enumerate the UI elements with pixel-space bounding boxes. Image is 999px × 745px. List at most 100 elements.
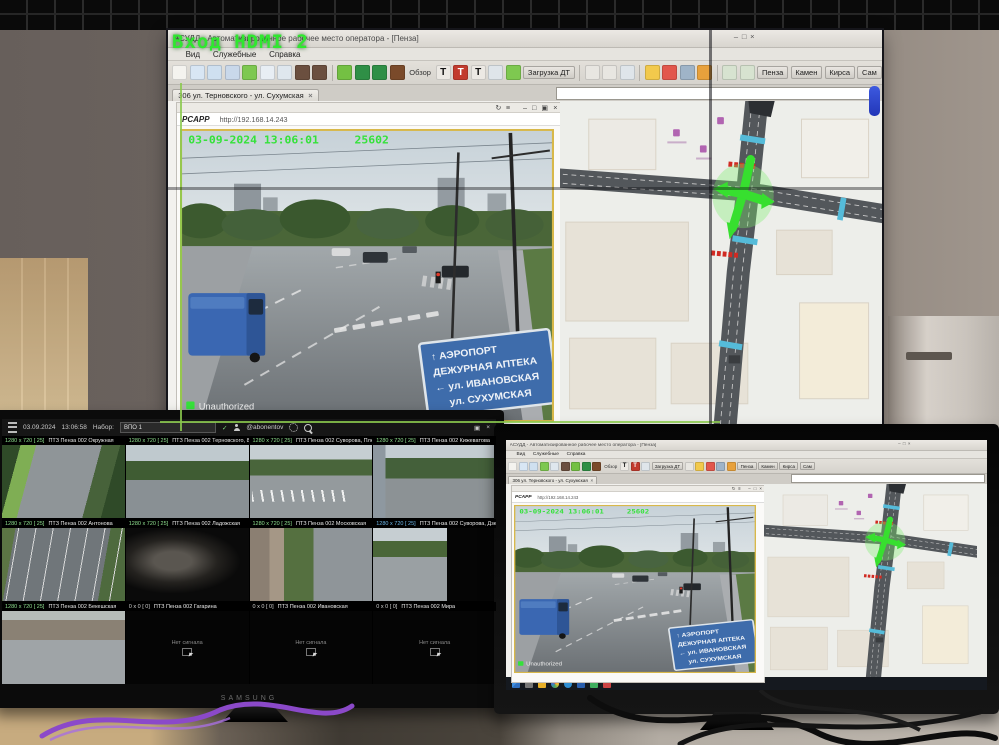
new-doc-icon[interactable] (508, 462, 517, 471)
load-dt-button[interactable]: Загрузка ДТ (523, 66, 575, 79)
camera-view[interactable] (512, 503, 764, 682)
city-kirsa-button[interactable]: Кирса (825, 66, 855, 79)
fullscreen-icon[interactable]: ▣ (474, 424, 480, 432)
screen-icon[interactable] (225, 65, 240, 80)
zoom-plus-icon[interactable] (685, 462, 694, 471)
tree-icon[interactable] (390, 65, 405, 80)
camera-tile[interactable]: 1280 x 720 [ 25]ПТЗ Пенза 002 Суворова, … (250, 436, 373, 518)
minimize-icon[interactable]: – (523, 103, 527, 112)
open-icon[interactable] (190, 65, 205, 80)
browse-label[interactable]: Обзор (603, 464, 619, 469)
new-doc-icon[interactable] (172, 65, 187, 80)
camera-tile[interactable]: 1280 x 720 [ 25]ПТЗ Пенза 002 Терновског… (126, 436, 249, 518)
traffic-map[interactable] (560, 101, 882, 426)
intersection-tab[interactable]: 306 ул. Терновского - ул. Сухумская × (172, 89, 319, 101)
open-icon[interactable] (519, 462, 528, 471)
user-red-icon[interactable] (706, 462, 715, 471)
monitor-green-icon[interactable] (540, 462, 549, 471)
list-icon[interactable]: ≡ (506, 103, 510, 112)
filter-red-icon[interactable]: T (631, 462, 640, 471)
map-search-input[interactable] (791, 474, 985, 483)
traffic-map[interactable] (764, 484, 987, 677)
report-icon[interactable] (740, 65, 755, 80)
menu-help[interactable]: Справка (567, 452, 586, 457)
menu-service[interactable]: Служебные (533, 452, 559, 457)
filter-icon[interactable]: T (436, 65, 451, 80)
camera-tile[interactable]: 1280 x 720 [ 25]ПТЗ Пенза 002 Бекешская (2, 602, 125, 684)
camera-set-select[interactable]: ВПО 1 (120, 422, 216, 433)
city-kamen-button[interactable]: Камен (791, 66, 823, 79)
menu-icon[interactable] (8, 422, 17, 433)
intersection-tab[interactable]: 306 ул. Терновского - ул. Сухумская × (508, 476, 597, 483)
minimize-icon[interactable]: – (898, 441, 901, 446)
user-yellow-icon[interactable] (695, 462, 704, 471)
settings-icon[interactable] (289, 423, 298, 432)
save-icon[interactable] (207, 65, 222, 80)
monitor-green-icon[interactable] (242, 65, 257, 80)
camera-tile[interactable]: 1280 x 720 [ 25]ПТЗ Пенза 002 Кижеватова (373, 436, 496, 518)
city-sam-button[interactable]: Сам (800, 462, 815, 470)
pcapp-tab[interactable]: PCAPP (182, 115, 210, 124)
map-zoom-control[interactable] (869, 86, 880, 116)
close-icon[interactable]: × (908, 441, 911, 446)
filter-icon[interactable]: T (620, 462, 629, 471)
browse-label[interactable]: Обзор (407, 68, 433, 77)
refresh-icon[interactable]: ↻ (495, 103, 501, 112)
camera-tile[interactable]: 1280 x 720 [ 25]ПТЗ Пенза 002 Антонова (2, 519, 125, 601)
city-kamen-button[interactable]: Камен (758, 462, 778, 470)
cursor-add-icon[interactable] (602, 65, 617, 80)
camera-tile-offline[interactable]: 0 x 0 [ 0]ПТЗ Пенза 002 Гагарина Нет сиг… (126, 602, 249, 684)
mask-icon[interactable] (561, 462, 570, 471)
printer-icon[interactable] (716, 462, 725, 471)
undo-icon[interactable] (727, 462, 736, 471)
map-search-input[interactable] (556, 87, 878, 100)
close-icon[interactable]: × (750, 32, 754, 41)
maximize-icon[interactable]: □ (754, 486, 757, 491)
camera-tile[interactable]: 1280 x 720 [ 25]ПТЗ Пенза 002 Московская (250, 519, 373, 601)
minimize-icon[interactable]: – (734, 32, 738, 41)
pcapp-url[interactable]: http://192.168.14.243 (220, 115, 288, 124)
pcapp-url[interactable]: http://192.168.14.243 (538, 495, 579, 500)
city-kirsa-button[interactable]: Кирса (779, 462, 798, 470)
tree-icon[interactable] (372, 65, 387, 80)
home-icon[interactable] (260, 65, 275, 80)
close-icon[interactable]: × (759, 486, 762, 491)
camera-tile[interactable]: 1280 x 720 [ 25]ПТЗ Пенза 002 Суворова, … (373, 519, 496, 601)
route-icon[interactable] (506, 65, 521, 80)
menu-view[interactable]: Вид (517, 452, 526, 457)
tab-close-icon[interactable]: × (590, 478, 593, 483)
search-icon[interactable] (304, 424, 312, 432)
close-icon[interactable]: × (553, 103, 557, 112)
check-icon[interactable]: ✓ (222, 424, 227, 432)
pcapp-tab[interactable]: PCAPP (515, 495, 532, 500)
printer-icon[interactable] (680, 65, 695, 80)
city-penza-button[interactable]: Пенза (757, 66, 788, 79)
maximize-icon[interactable]: □ (903, 441, 906, 446)
list-icon[interactable]: ≡ (738, 486, 741, 491)
camera-tile[interactable]: 1280 x 720 [ 25]ПТЗ Пенза 002 Ладожская (126, 519, 249, 601)
signal-icon[interactable] (488, 65, 503, 80)
user-yellow-icon[interactable] (645, 65, 660, 80)
leaf-icon[interactable] (571, 462, 580, 471)
maximize-icon[interactable]: □ (742, 32, 747, 41)
cursor-icon[interactable] (277, 65, 292, 80)
refresh-icon[interactable]: ↻ (732, 486, 736, 492)
maximize-icon[interactable]: □ (532, 103, 536, 112)
tree-icon[interactable] (355, 65, 370, 80)
tree-icon[interactable] (582, 462, 591, 471)
camera-view[interactable] (177, 126, 561, 428)
filter-red-icon[interactable]: T (453, 65, 468, 80)
city-sam-button[interactable]: Сам (857, 66, 881, 79)
save-icon[interactable] (529, 462, 538, 471)
load-dt-button[interactable]: Загрузка ДТ (652, 462, 684, 470)
camera-tile[interactable]: 1280 x 720 [ 25]ПТЗ Пенза 002 Окружная (2, 436, 125, 518)
people-icon[interactable] (620, 65, 635, 80)
mask-icon[interactable] (295, 65, 310, 80)
restore-icon[interactable]: ▣ (541, 103, 548, 112)
stats-icon[interactable] (722, 65, 737, 80)
signal-icon[interactable] (641, 462, 650, 471)
cursor-icon[interactable] (550, 462, 559, 471)
close-icon[interactable]: × (486, 424, 490, 431)
tree-icon[interactable] (592, 462, 601, 471)
city-penza-button[interactable]: Пенза (737, 462, 756, 470)
